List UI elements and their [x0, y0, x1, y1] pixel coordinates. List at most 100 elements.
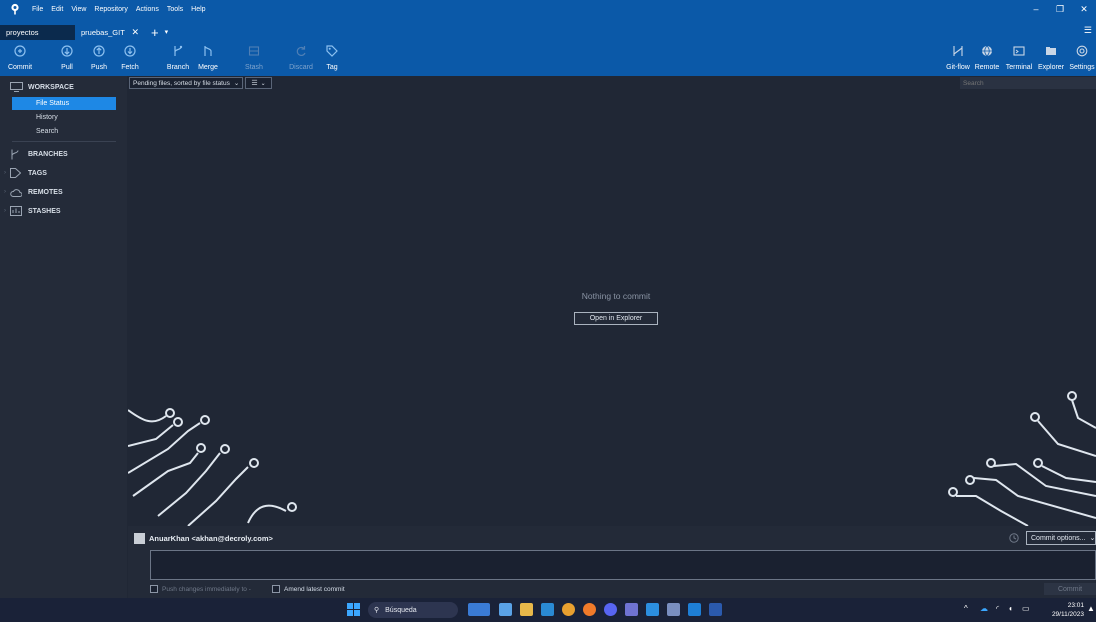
remote-button[interactable]: Remote	[969, 44, 1005, 71]
chrome-icon[interactable]	[562, 603, 575, 616]
stash-icon	[10, 206, 24, 216]
tab-pruebas-git[interactable]: pruebas_GIT ✕	[75, 25, 145, 40]
sidebar-tags[interactable]: › TAGS	[0, 164, 127, 182]
chevron-right-icon[interactable]: ›	[0, 208, 10, 214]
taskbar-clock[interactable]: 23:01 29/11/2023	[1040, 601, 1084, 619]
sidebar-stashes-label: STASHES	[28, 207, 61, 215]
menu-file[interactable]: File	[32, 6, 43, 13]
checkbox-box[interactable]	[272, 585, 280, 593]
wifi-icon[interactable]: ◜	[996, 604, 999, 613]
chevron-down-icon: ⌄	[1089, 535, 1096, 542]
menu-edit[interactable]: Edit	[51, 6, 63, 13]
merge-button[interactable]: Merge	[190, 44, 226, 71]
terminal-label: Terminal	[1005, 64, 1033, 71]
clock-time: 23:01	[1067, 602, 1084, 609]
word-icon[interactable]	[709, 603, 722, 616]
sourcetree-logo-icon	[8, 2, 22, 16]
pull-button[interactable]: Pull	[49, 44, 85, 71]
sidebar-branches[interactable]: BRANCHES	[0, 145, 127, 163]
sidebar-tags-label: TAGS	[28, 169, 47, 177]
repo-tabs: proyectos pruebas_GIT ✕ + ▾	[0, 24, 168, 40]
settings-button[interactable]: Settings	[1064, 44, 1096, 71]
git-flow-icon	[951, 44, 965, 58]
tag-button[interactable]: Tag	[314, 44, 350, 71]
circuit-decoration-right	[948, 391, 1096, 526]
minimize-icon[interactable]: –	[1024, 4, 1048, 14]
add-tab-icon[interactable]: +	[151, 25, 159, 40]
commit-history-icon[interactable]	[1006, 531, 1022, 545]
merge-icon	[201, 44, 215, 58]
terminal-icon	[1012, 44, 1026, 58]
commit-button[interactable]: Commit	[2, 44, 38, 71]
menu-view[interactable]: View	[71, 6, 86, 13]
sidebar-remotes[interactable]: › REMOTES	[0, 183, 127, 201]
branch-icon	[10, 149, 24, 160]
sidebar-item-history[interactable]: History	[12, 111, 116, 124]
workspace-icon	[10, 82, 24, 92]
chevron-right-icon[interactable]: ›	[0, 170, 10, 176]
list-icon: ☰	[251, 80, 258, 87]
hamburger-menu-icon[interactable]: ☰	[1084, 25, 1092, 36]
widgets-icon[interactable]	[468, 603, 490, 616]
toolbar: Commit Pull Push Fetch Branch Merge Stas…	[0, 40, 1096, 76]
sidebar-item-search[interactable]: Search	[12, 125, 116, 138]
tab-label: proyectos	[6, 28, 39, 37]
discord-icon[interactable]	[604, 603, 617, 616]
menu-help[interactable]: Help	[191, 6, 205, 13]
sidebar: WORKSPACE File Status History Search BRA…	[0, 76, 127, 598]
windows-start-icon[interactable]	[347, 603, 360, 616]
teams-icon[interactable]	[625, 603, 638, 616]
chevron-right-icon[interactable]: ›	[0, 189, 10, 195]
chevron-up-icon[interactable]: ^	[964, 604, 968, 613]
tab-dropdown-icon[interactable]: ▾	[165, 25, 169, 40]
sidebar-stashes[interactable]: › STASHES	[0, 202, 127, 220]
stash-label: Stash	[245, 64, 263, 71]
sidebar-item-file-status[interactable]: File Status	[12, 97, 116, 110]
menu-repository[interactable]: Repository	[94, 6, 127, 13]
circuit-decoration-left	[128, 408, 297, 526]
taskbar-search[interactable]: ⚲ Búsqueda	[368, 602, 458, 618]
onedrive-icon[interactable]: ☁	[980, 604, 988, 613]
clock-date: 29/11/2023	[1051, 611, 1084, 618]
outlook-icon[interactable]	[541, 603, 554, 616]
restore-icon[interactable]: ❐	[1048, 4, 1072, 15]
notification-bell-icon[interactable]: ▲	[1087, 604, 1095, 613]
sidebar-workspace[interactable]: WORKSPACE	[0, 78, 127, 96]
search-input[interactable]	[960, 77, 1096, 89]
sourcetree-taskbar-icon[interactable]	[688, 603, 701, 616]
fetch-button[interactable]: Fetch	[112, 44, 148, 71]
stash-button[interactable]: Stash	[236, 44, 272, 71]
open-in-explorer-button[interactable]: Open in Explorer	[574, 312, 658, 325]
file-explorer-icon[interactable]	[520, 603, 533, 616]
terminal-app-icon[interactable]	[667, 603, 680, 616]
amend-commit-checkbox[interactable]: Amend latest commit	[272, 585, 345, 593]
settings-icon	[1075, 44, 1089, 58]
commit-author: AnuarKhan <akhan@decroly.com>	[149, 534, 273, 543]
checkbox-box[interactable]	[150, 585, 158, 593]
pending-files-dropdown[interactable]: Pending files, sorted by file status ⌄	[129, 77, 243, 89]
commit-message-input[interactable]	[150, 550, 1096, 580]
fetch-label: Fetch	[121, 64, 139, 71]
filter-bar: Pending files, sorted by file status ⌄ ☰…	[128, 76, 1096, 90]
close-icon[interactable]: ✕	[1072, 4, 1096, 15]
firefox-icon[interactable]	[583, 603, 596, 616]
discard-icon	[294, 44, 308, 58]
menu-tools[interactable]: Tools	[167, 6, 183, 13]
commit-options-dropdown[interactable]: Commit options... ⌄	[1026, 531, 1096, 545]
chevron-down-icon: ⌄	[260, 80, 266, 87]
terminal-button[interactable]: Terminal	[1001, 44, 1037, 71]
view-mode-dropdown[interactable]: ☰ ⌄	[245, 77, 272, 89]
windows-taskbar: ⚲ Búsqueda ^ ☁ ◜ ◖ ▭ 23:01 29/11/2023 ▲	[0, 598, 1096, 622]
vscode-icon[interactable]	[646, 603, 659, 616]
branch-icon	[171, 44, 185, 58]
close-tab-icon[interactable]: ✕	[131, 27, 139, 38]
menu-actions[interactable]: Actions	[136, 6, 159, 13]
push-immediately-checkbox[interactable]: Push changes immediately to -	[150, 585, 251, 593]
commit-submit-button[interactable]: Commit	[1044, 583, 1096, 595]
task-view-icon[interactable]	[499, 603, 512, 616]
battery-icon[interactable]: ▭	[1022, 604, 1030, 613]
tab-proyectos[interactable]: proyectos	[0, 25, 75, 40]
volume-icon[interactable]: ◖	[1008, 604, 1013, 613]
chevron-down-icon: ⌄	[233, 80, 240, 87]
pending-files-label: Pending files, sorted by file status	[133, 79, 230, 87]
